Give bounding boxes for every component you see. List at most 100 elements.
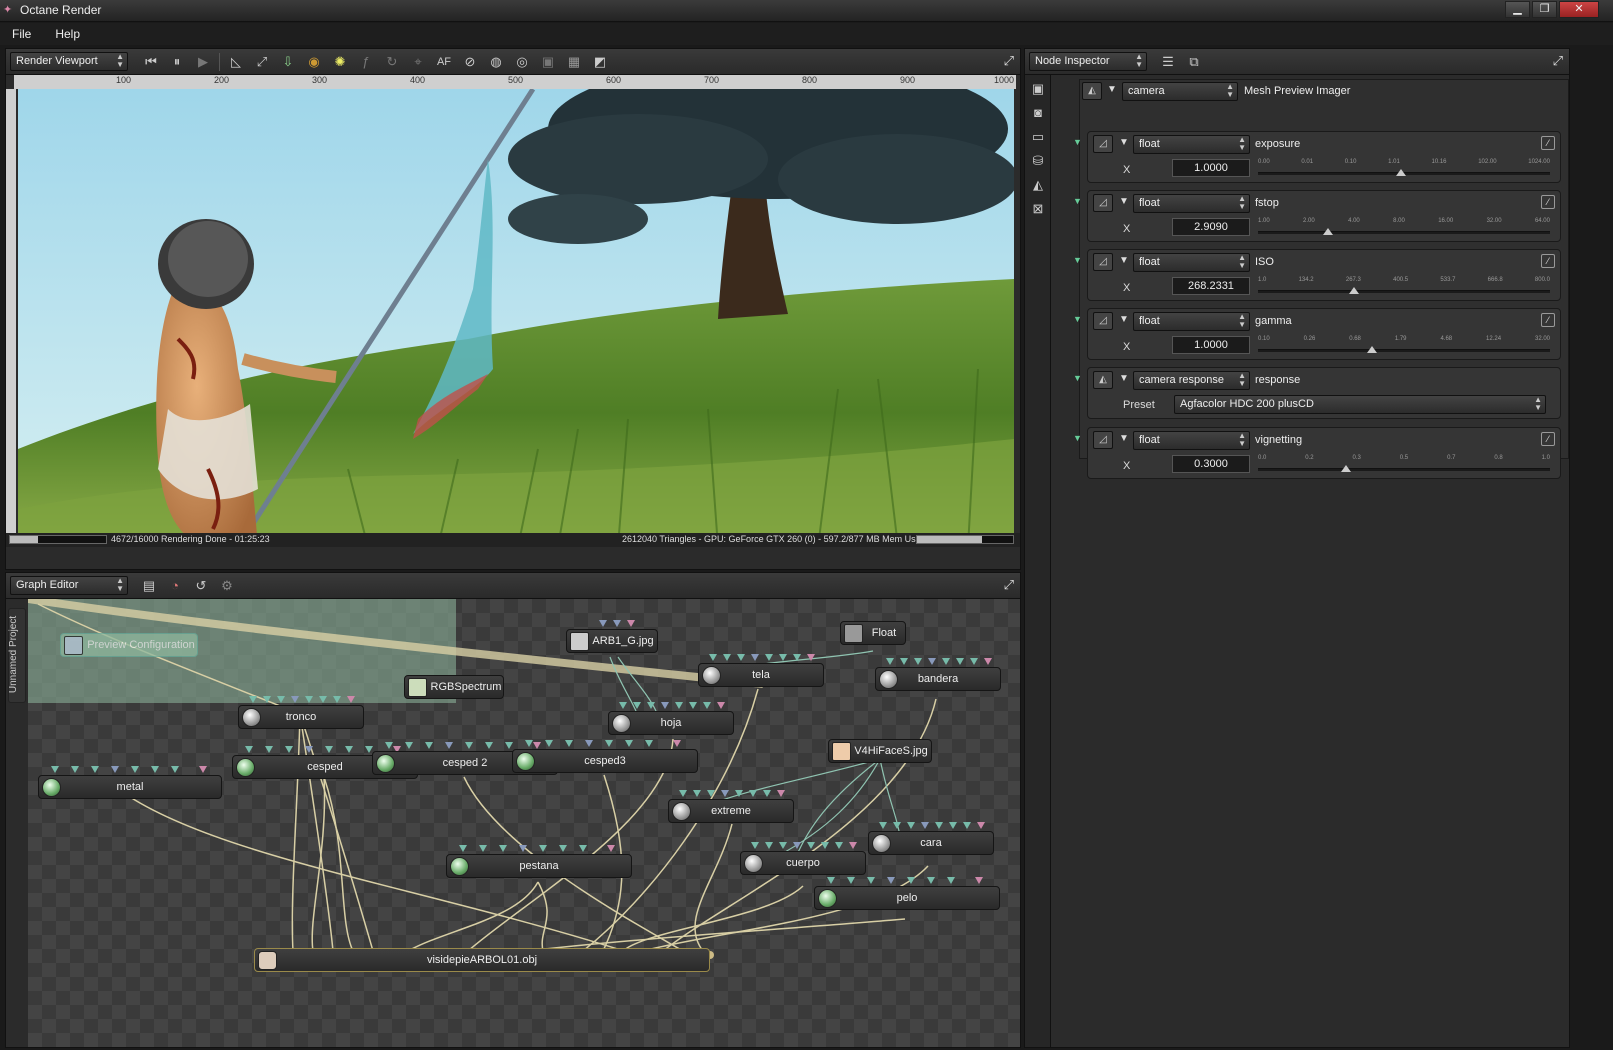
param-value-field[interactable]: 268.2331 [1172,277,1250,295]
kernel-icon[interactable]: ⛁ [1029,153,1047,171]
save-render-icon[interactable]: ⇩ [277,52,299,72]
edit-curve-icon[interactable]: ⁄ [1541,432,1555,446]
edit-curve-icon[interactable]: ⁄ [1541,195,1555,209]
settings-icon[interactable]: ⚙ [216,576,238,596]
clay-mode-icon[interactable]: ◎ [511,52,533,72]
param-collapse-icon[interactable]: ▼ [1073,137,1082,147]
param-slider[interactable]: 0.10 0.26 0.68 1.79 4.68 12.24 32.00 [1258,336,1550,356]
wb-picker-icon[interactable]: ⌖ [407,52,429,72]
slider-thumb[interactable] [1366,346,1377,353]
param-type-selector[interactable]: float ▲ ▼ [1133,194,1250,213]
slider-track[interactable] [1258,231,1550,234]
graph-selector[interactable]: Graph Editor ▲ ▼ [10,576,128,595]
expand-param-icon[interactable]: ▼ [1119,255,1129,266]
param-collapse-icon[interactable]: ▼ [1073,196,1082,206]
camera-icon[interactable]: ◙ [1029,105,1047,123]
param-slider[interactable]: 0.00 0.01 0.10 1.01 10.16 102.00 1024.00 [1258,159,1550,179]
param-type-selector[interactable]: float ▲ ▼ [1133,312,1250,331]
imager-icon[interactable]: ◭ [1029,177,1047,195]
slider-thumb[interactable] [1349,287,1360,294]
delete-node-icon[interactable]: ◔ [164,576,186,596]
node-tronco[interactable]: tronco [238,696,364,729]
menu-help[interactable]: Help [43,23,92,45]
param-collapse-icon[interactable]: ▼ [1073,373,1082,383]
param-slider[interactable]: 1.00 2.00 4.00 8.00 16.00 32.00 64.00 [1258,218,1550,238]
expand-param-icon[interactable]: ▼ [1119,314,1129,325]
expand-param-icon[interactable]: ▼ [1119,137,1129,148]
maximize-button[interactable]: ❐ [1532,1,1557,18]
region-render-icon[interactable]: ◍ [485,52,507,72]
zoom-fit-icon[interactable]: ⤢ [251,52,273,72]
node-metal[interactable]: metal [38,766,222,799]
rewind-icon[interactable]: ⏮ [140,52,162,72]
project-tab[interactable]: Unnamed Project [8,608,26,703]
pause-icon[interactable]: ⏸ [166,52,188,72]
edit-curve-icon[interactable]: ⁄ [1541,136,1555,150]
material-picker-icon[interactable]: ◉ [303,52,325,72]
param-value-field[interactable]: 1.0000 [1172,159,1250,177]
edit-curve-icon[interactable]: ⁄ [1541,313,1555,327]
inspector-selector[interactable]: Node Inspector ▲ ▼ [1029,52,1147,71]
param-type-selector[interactable]: float ▲ ▼ [1133,253,1250,272]
play-icon[interactable]: ▶ [192,52,214,72]
menu-file[interactable]: File [0,23,43,45]
slider-thumb[interactable] [1340,465,1351,472]
expand-all-icon[interactable]: ⧉ [1183,52,1205,72]
node-v4hifaces-texture[interactable]: V4HiFaceS.jpg [828,739,932,763]
node-pelo[interactable]: pelo [814,877,1000,910]
render-image[interactable] [18,89,1014,547]
environment-icon[interactable]: ▭ [1029,129,1047,147]
expand-param-icon[interactable]: ▼ [1119,196,1129,207]
maximize-inspector-icon[interactable]: ⤢ [1553,53,1563,69]
node-cara[interactable]: cara [868,822,994,855]
mesh-icon[interactable]: ▣ [1029,81,1047,99]
param-collapse-icon[interactable]: ▼ [1073,255,1082,265]
node-arb1-texture[interactable]: ARB1_G.jpg [566,620,658,653]
param-type-selector[interactable]: float ▲ ▼ [1133,135,1250,154]
param-collapse-icon[interactable]: ▼ [1073,433,1082,443]
maximize-panel-icon[interactable]: ⤢ [1004,53,1014,69]
param-value-field[interactable]: 2.9090 [1172,218,1250,236]
param-type-selector[interactable]: float ▲ ▼ [1133,431,1250,450]
close-button[interactable]: ✕ [1559,1,1599,18]
graph-canvas[interactable]: Preview Configuration RGBSpectrum ARB1_G… [28,599,1020,1047]
preset-selector[interactable]: Agfacolor HDC 200 plusCD ▲ ▼ [1174,395,1546,414]
lock-icon[interactable]: ⊘ [459,52,481,72]
checker-bg-icon[interactable]: ▦ [563,52,585,72]
node-bandera[interactable]: bandera [875,658,1001,691]
param-value-field[interactable]: 1.0000 [1172,336,1250,354]
sub-sample-icon[interactable]: ◩ [589,52,611,72]
node-type-selector[interactable]: camera ▲ ▼ [1122,82,1238,101]
expand-param-icon[interactable]: ▼ [1119,433,1129,444]
slider-track[interactable] [1258,468,1550,471]
param-slider[interactable]: 0.0 0.2 0.3 0.5 0.7 0.8 1.0 [1258,455,1550,475]
response-type-selector[interactable]: camera response ▲ ▼ [1133,371,1250,390]
slider-thumb[interactable] [1396,169,1407,176]
refresh-icon[interactable]: ↻ [381,52,403,72]
minimize-button[interactable]: ▁ [1505,1,1530,18]
node-preview-configuration[interactable]: Preview Configuration [60,633,198,657]
node-pestana[interactable]: pestana [446,845,632,878]
focus-picker-icon[interactable]: ƒ [355,52,377,72]
expand-param-icon[interactable]: ▼ [1119,373,1129,384]
light-icon[interactable]: ✺ [329,52,351,72]
node-mesh-visidepiearbol[interactable]: visidepieARBOL01.obj [254,948,710,972]
slider-thumb[interactable] [1323,228,1334,235]
maximize-graph-icon[interactable]: ⤢ [1004,577,1014,593]
load-graph-icon[interactable]: ▤ [138,576,160,596]
node-cuerpo[interactable]: cuerpo [740,842,866,875]
alpha-channel-icon[interactable]: ▣ [537,52,559,72]
param-collapse-icon[interactable]: ▼ [1073,314,1082,324]
slider-track[interactable] [1258,290,1550,293]
viewport-selector[interactable]: Render Viewport ▲ ▼ [10,52,128,71]
node-rgbspectrum[interactable]: RGBSpectrum [404,675,504,699]
reload-icon[interactable]: ↺ [190,576,212,596]
collapse-node-icon[interactable]: ▼ [1107,84,1117,95]
edit-curve-icon[interactable]: ⁄ [1541,254,1555,268]
param-slider[interactable]: 1.0 134.2 267.3 400.5 533.7 666.8 800.0 [1258,277,1550,297]
auto-focus-button[interactable]: AF [433,52,455,72]
node-extreme[interactable]: extreme [668,790,794,823]
node-cesped3[interactable]: cesped3 [512,740,698,773]
collapse-all-icon[interactable]: ☰ [1157,52,1179,72]
node-tela[interactable]: tela [698,654,824,687]
